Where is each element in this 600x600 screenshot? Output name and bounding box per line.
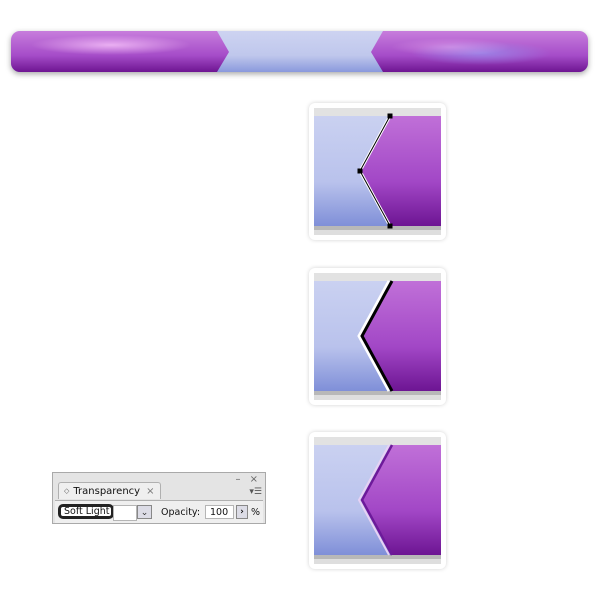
bar-graphic [11, 31, 588, 72]
opacity-label: Opacity: [161, 507, 201, 518]
step-3-frame [309, 432, 446, 569]
step-3-graphic [314, 437, 441, 564]
tab-transparency[interactable]: ◇ Transparency × [58, 482, 162, 499]
opacity-slider-button[interactable]: › [236, 505, 248, 519]
panel-window-buttons[interactable]: – × [235, 474, 261, 485]
opacity-input[interactable]: 100 [205, 505, 234, 519]
anchor-point-icon [357, 168, 363, 174]
blend-mode-field[interactable] [113, 505, 137, 521]
panel-menu-icon[interactable]: ▾☰ [249, 487, 262, 497]
step-2-frame [309, 268, 446, 405]
step-2-graphic [314, 273, 441, 400]
step-1-frame [309, 103, 446, 240]
opacity-unit: % [251, 507, 261, 518]
blend-mode-select[interactable]: Soft Light [58, 504, 114, 519]
anchor-point-icon [387, 113, 393, 119]
chevron-down-icon[interactable]: ⌄ [137, 505, 152, 519]
panel-controls: Soft Light ⌄ Opacity: 100 › % [55, 500, 263, 523]
anchor-point-icon [387, 223, 393, 229]
close-tab-icon[interactable]: × [146, 486, 154, 497]
step-1-graphic [314, 108, 441, 235]
transparency-panel: – × ◇ Transparency × ▾☰ Soft Light ⌄ Opa… [52, 472, 266, 524]
tab-arrows-icon: ◇ [64, 487, 70, 495]
progress-bar-illustration [11, 31, 588, 72]
tab-label: Transparency [73, 485, 141, 497]
